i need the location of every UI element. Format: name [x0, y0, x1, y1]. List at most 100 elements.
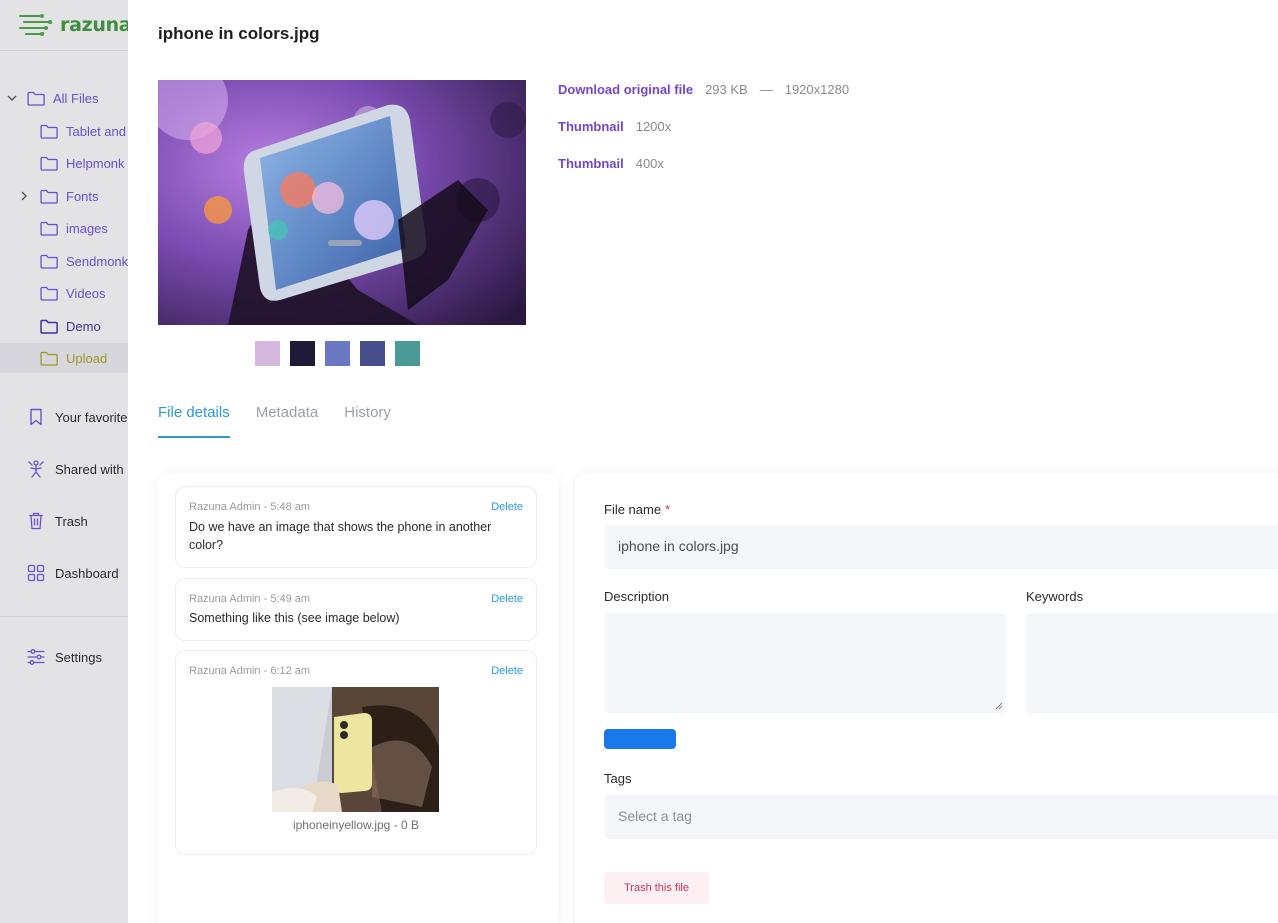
tags-select[interactable]: Select a tag	[604, 795, 1278, 839]
file-name-input[interactable]: iphone in colors.jpg	[604, 525, 1278, 569]
thumbnail-row: Thumbnail 400x	[558, 156, 664, 171]
sliders-icon	[26, 647, 46, 667]
sidebar-divider	[0, 616, 128, 617]
detail-tabs: File details Metadata History	[158, 404, 391, 438]
color-swatch[interactable]	[290, 341, 315, 366]
nav-trash[interactable]: Trash	[0, 506, 128, 536]
logo-text: razuna	[60, 14, 128, 36]
tab-metadata[interactable]: Metadata	[256, 404, 319, 438]
tree-item-sendmonk[interactable]: Sendmonk	[0, 246, 128, 276]
thumbnail-size: 1200x	[635, 119, 672, 134]
nav-label: Shared with	[55, 461, 124, 477]
folder-icon	[40, 221, 58, 236]
comment-card: Razuna Admin - 6:12 am Delete iphoneinye…	[175, 650, 537, 855]
color-swatch[interactable]	[395, 341, 420, 366]
tree-item-videos[interactable]: Videos	[0, 278, 128, 308]
tree-item-label: Tablet and	[66, 123, 126, 139]
folder-icon	[40, 351, 58, 366]
keywords-textarea[interactable]	[1026, 613, 1278, 713]
tree-item-label: Videos	[66, 285, 106, 301]
folder-icon	[40, 286, 58, 301]
thumbnail-400-link[interactable]: Thumbnail	[558, 156, 624, 171]
nav-label: Trash	[55, 513, 88, 529]
file-name-label: File name *	[604, 502, 670, 517]
razuna-logo[interactable]: razuna	[18, 10, 128, 40]
download-original-link[interactable]: Download original file	[558, 82, 693, 97]
file-name-value: iphone in colors.jpg	[618, 538, 739, 554]
download-original-row: Download original file 293 KB — 1920x128…	[558, 82, 849, 97]
comment-card: Razuna Admin - 5:49 am Delete Something …	[175, 578, 537, 641]
tree-item-label: Upload	[66, 350, 108, 366]
tab-file-details[interactable]: File details	[158, 404, 230, 438]
sidebar-divider	[0, 50, 128, 51]
tree-item-label: images	[66, 220, 108, 236]
file-details-form: File name * iphone in colors.jpg Descript…	[575, 473, 1278, 923]
delete-comment-button[interactable]: Delete	[491, 593, 523, 605]
tree-item-tablet[interactable]: Tablet and	[0, 116, 128, 146]
description-textarea[interactable]	[604, 613, 1006, 713]
comment-text: Do we have an image that shows the phone…	[189, 520, 492, 552]
thumbnail-1200-link[interactable]: Thumbnail	[558, 119, 624, 134]
sidebar: razuna All Files Tablet and Helpmonk Fon…	[0, 0, 128, 923]
file-dimensions: 1920x1280	[784, 82, 850, 97]
comment-card: Razuna Admin - 5:48 am Delete Do we have…	[175, 486, 537, 568]
folder-icon	[27, 91, 45, 106]
trash-icon	[26, 511, 46, 531]
razuna-logo-icon	[19, 14, 52, 36]
thumbnail-row: Thumbnail 1200x	[558, 119, 671, 134]
tree-item-label: Helpmonk	[66, 155, 125, 171]
nav-settings[interactable]: Settings	[0, 642, 128, 672]
nav-your-favorites[interactable]: Your favorite	[0, 402, 128, 432]
folder-icon	[40, 156, 58, 171]
attachment-caption: iphoneinyellow.jpg - 0 B	[292, 818, 420, 832]
comment-author: Razuna Admin - 5:49 am	[189, 593, 311, 605]
folder-icon	[40, 124, 58, 139]
nav-label: Your favorite	[55, 409, 128, 425]
tags-placeholder: Select a tag	[618, 808, 692, 824]
tree-item-demo[interactable]: Demo	[0, 311, 128, 341]
save-description-button[interactable]: Save	[604, 729, 676, 749]
chevron-right-icon[interactable]	[18, 190, 30, 202]
thumbnail-size: 400x	[635, 156, 664, 171]
save-button-label: Save	[604, 729, 627, 740]
dashboard-icon	[26, 563, 46, 583]
file-name-label-text: File name	[604, 502, 662, 517]
nav-label: Dashboard	[55, 565, 119, 581]
comment-text: Something like this (see image below)	[189, 611, 400, 625]
delete-comment-button[interactable]: Delete	[491, 501, 523, 513]
nav-shared-with[interactable]: Shared with	[0, 454, 128, 484]
delete-comment-button[interactable]: Delete	[491, 665, 523, 677]
color-swatch[interactable]	[325, 341, 350, 366]
file-size: 293 KB	[705, 82, 748, 97]
comment-author: Razuna Admin - 6:12 am	[189, 665, 311, 677]
tree-item-upload[interactable]: Upload	[0, 343, 128, 373]
folder-icon	[40, 189, 58, 204]
color-swatches	[255, 341, 420, 366]
file-preview-image[interactable]	[158, 80, 526, 325]
chevron-down-icon[interactable]	[6, 92, 18, 104]
tab-history[interactable]: History	[344, 404, 391, 438]
folder-icon	[40, 254, 58, 269]
bookmark-icon	[26, 407, 46, 427]
folder-icon	[40, 319, 58, 334]
tree-item-images[interactable]: images	[0, 213, 128, 243]
nav-dashboard[interactable]: Dashboard	[0, 558, 128, 588]
color-swatch[interactable]	[360, 341, 385, 366]
main-content: iphone in colors.jpg Download original f…	[128, 0, 1278, 923]
description-label: Description	[604, 589, 670, 604]
nav-label: Settings	[55, 649, 102, 665]
required-marker: *	[665, 502, 671, 517]
tags-label: Tags	[604, 771, 632, 786]
tree-item-all-files[interactable]: All Files	[0, 83, 128, 113]
trash-file-button[interactable]: Trash this file	[604, 872, 709, 904]
comment-attachment-image[interactable]	[272, 687, 439, 812]
comment-author: Razuna Admin - 5:48 am	[189, 501, 311, 513]
color-swatch[interactable]	[255, 341, 280, 366]
tree-item-fonts[interactable]: Fonts	[0, 181, 128, 211]
tree-item-label: Sendmonk	[66, 253, 128, 269]
separator: —	[759, 82, 773, 97]
tree-item-label: All Files	[53, 90, 99, 106]
tree-item-helpmonk[interactable]: Helpmonk	[0, 148, 128, 178]
resize-grip-icon[interactable]	[995, 702, 1003, 710]
page-title: iphone in colors.jpg	[158, 24, 320, 43]
